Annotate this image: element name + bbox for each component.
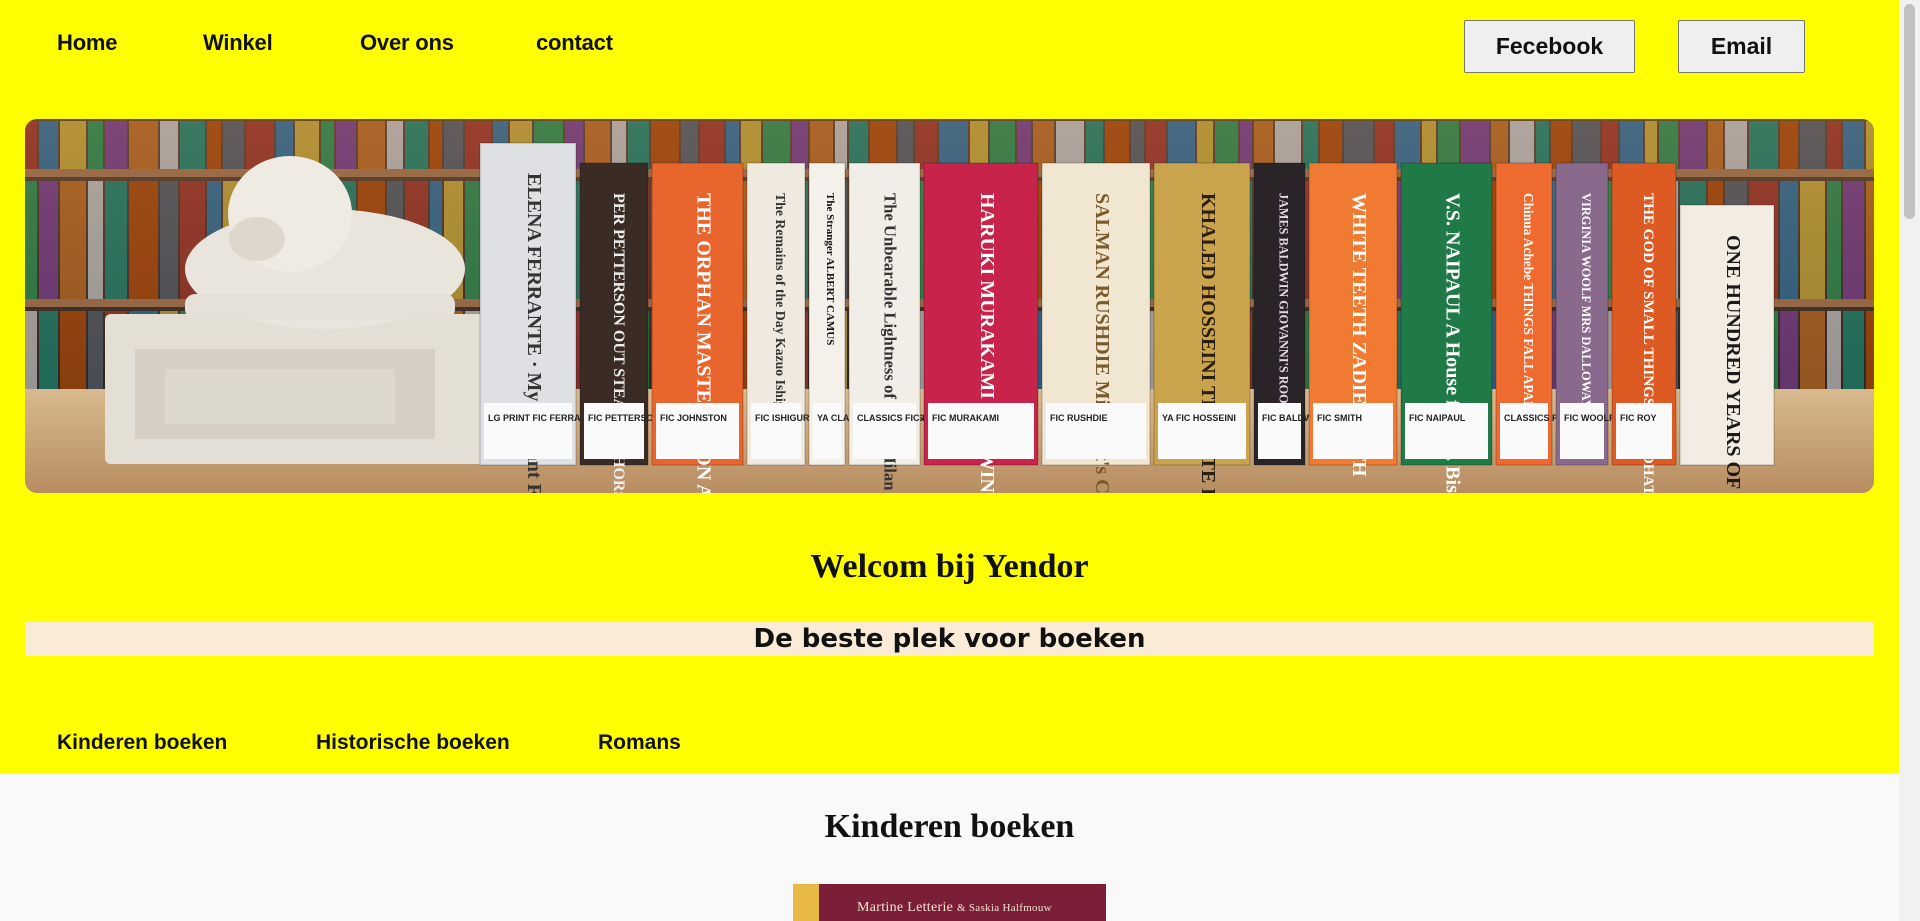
book-spine-title: Chinua Achebe THINGS FALL APART [1521, 193, 1536, 419]
hero-banner-image: ELENA FERRANTE · My Brilliant Friend LG P… [25, 119, 1874, 493]
nav-shop-link[interactable]: Winkel [203, 30, 273, 56]
email-button[interactable]: Email [1678, 20, 1805, 73]
section-title: Kinderen boeken [824, 808, 1075, 845]
nav-about-link[interactable]: Over ons [360, 30, 454, 56]
book-spine: HARUKI MURAKAMI THE WIND-UP BIRD CHRONIC… [923, 162, 1039, 493]
header-area: Home Winkel Over ons contact Fecebook Em… [0, 0, 1899, 774]
book-spine-label: FIC ROY [1620, 413, 1657, 423]
book-spine: KHALED HOSSEINI THE KITE RUNNERYA FIC HO… [1153, 162, 1251, 493]
vertical-scrollbar[interactable] [1899, 0, 1920, 921]
book-coauthor: & Saskia Halfmouw [956, 902, 1052, 914]
book-spine-label: FIC MURAKAMI [932, 413, 999, 423]
book-spine-title: ONE HUNDRED YEARS OF SOLITUDE [1722, 235, 1744, 493]
nav-home-link[interactable]: Home [57, 30, 118, 56]
book-spine-title: The Remains of the Day Kazuo Ishiguro [773, 193, 788, 429]
cover-stripe [793, 884, 819, 921]
book-spine-label: FIC NAIPAUL [1409, 413, 1466, 423]
scrollbar-thumb[interactable] [1904, 4, 1915, 219]
nav-contact-link[interactable]: contact [536, 30, 613, 56]
book-spine-label: FIC WOOLF [1564, 413, 1615, 423]
book-spine-title: VIRGINIA WOOLF MRS DALLOWAY [1579, 193, 1593, 409]
book-cover-text: Martine Letterie & Saskia Halfmouw [857, 900, 1052, 916]
book-spine: VIRGINIA WOOLF MRS DALLOWAY FIC WOOLF [1555, 162, 1615, 466]
book-spine-label: FIC RUSHDIE [1050, 413, 1108, 423]
facebook-button[interactable]: Fecebook [1464, 20, 1635, 73]
book-spine: PER PETTERSON OUT STEALING HORSESFIC PET… [579, 162, 660, 493]
book-spine: SALMAN RUSHDIE Midnight's ChildrenFIC RU… [1041, 162, 1151, 493]
book-spine-label: FIC ISHIGURO [755, 413, 817, 423]
book-cover-image[interactable]: Martine Letterie & Saskia Halfmouw [793, 884, 1106, 921]
book-spine: THE ORPHAN MASTER'S SON ADAM JOHNSONFIC … [651, 162, 744, 493]
book-spine-label: FIC JOHNSTON [660, 413, 727, 423]
welcome-heading: Welcom bij Yendor [810, 548, 1089, 585]
book-spine-title: The Stranger ALBERT CAMUS [824, 193, 836, 345]
book-spine: V.S. NAIPAUL A House for Mr. BiswasFIC N… [1400, 162, 1493, 493]
book-spine-label: FIC SMITH [1317, 413, 1362, 423]
book-spine: WHITE TEETH ZADIE SMITHFIC SMITH [1308, 162, 1398, 477]
category-novels-link[interactable]: Romans [598, 731, 681, 755]
tagline-banner: De beste plek voor boeken [25, 622, 1874, 656]
book-spine: ONE HUNDRED YEARS OF SOLITUDE [1679, 204, 1775, 493]
category-kids-link[interactable]: Kinderen boeken [57, 731, 227, 755]
book-spine-title: JAMES BALDWIN GIOVANNI'S ROOM [1277, 193, 1291, 416]
category-history-link[interactable]: Historische boeken [316, 731, 510, 755]
book-spine: THE GOD OF SMALL THINGS ARUNDHATI ROYFIC… [1611, 162, 1677, 493]
top-navigation: Home Winkel Over ons contact Fecebook Em… [0, 0, 1899, 95]
page: Home Winkel Over ons contact Fecebook Em… [0, 0, 1899, 921]
book-spine-label: FIC PETTERSON [588, 413, 660, 423]
book-author: Martine Letterie [857, 900, 954, 915]
book-spine-label: YA FIC HOSSEINI [1162, 413, 1236, 423]
